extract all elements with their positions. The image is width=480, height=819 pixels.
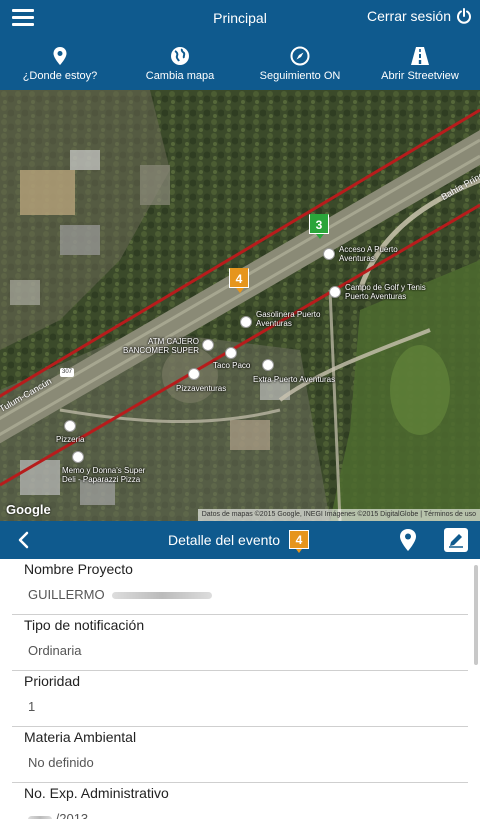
field-value: Ordinaria (28, 643, 82, 658)
event-number-badge: 4 (289, 530, 309, 553)
change-map-button[interactable]: Cambia mapa (120, 40, 240, 88)
power-icon (457, 8, 471, 24)
poi-label: Acceso A Puerto Aventuras (339, 245, 398, 263)
field-value: 1 (28, 699, 36, 714)
field-label: Prioridad (24, 673, 81, 689)
poi-label: ATM CAJERO BANCOMER SUPER (122, 337, 199, 355)
restaurant-icon (225, 347, 237, 359)
event-detail-list: Nombre Proyecto GUILLERMO Tipo de notifi… (0, 559, 480, 819)
poi-label: Taco Paco (213, 361, 251, 370)
location-pin-icon (53, 47, 67, 65)
scrollbar[interactable] (474, 565, 478, 665)
field-admin-file-number: No. Exp. Administrativo /2013 (0, 783, 480, 819)
gas-station-icon (240, 316, 252, 328)
field-notification-type: Tipo de notificación Ordinaria (0, 615, 480, 671)
atm-icon (202, 339, 214, 351)
satellite-map[interactable]: 3 4 Acceso A Puerto Aventuras Campo de G… (0, 90, 480, 521)
poi-label: Pizzaventuras (176, 384, 227, 393)
field-value-text: /2013 (55, 811, 89, 819)
field-label: Tipo de notificación (24, 617, 145, 633)
field-value: /2013 (28, 811, 88, 819)
restaurant-icon (72, 451, 84, 463)
poi-label: Pizzeria (56, 435, 85, 444)
change-map-label: Cambia mapa (145, 70, 215, 82)
back-icon[interactable] (14, 530, 34, 550)
event-marker-4[interactable]: 4 (229, 268, 249, 293)
where-am-i-label: ¿Donde estoy? (22, 70, 98, 82)
field-priority: Prioridad 1 (0, 671, 480, 727)
road-icon (411, 47, 429, 65)
restaurant-icon (188, 368, 200, 380)
where-am-i-button[interactable]: ¿Donde estoy? (0, 40, 120, 88)
map-toolbar: ¿Donde estoy? Cambia mapa Seguimiento ON (0, 40, 480, 88)
poi-icon (323, 248, 335, 260)
pencil-icon (449, 534, 463, 548)
route-badge: 307 (60, 368, 74, 377)
poi-label: Memo y Donna's Super Deli - Paparazzi Pi… (62, 466, 146, 484)
field-project-name: Nombre Proyecto GUILLERMO (0, 559, 480, 615)
map-attribution[interactable]: Datos de mapas ©2015 Google, INEGI Imáge… (197, 509, 480, 521)
field-label: Materia Ambiental (24, 729, 137, 745)
logout-label: Cerrar sesión (366, 8, 451, 24)
store-icon (262, 359, 274, 371)
poi-label: Extra Puerto Aventuras (253, 375, 336, 384)
field-environmental-matter: Materia Ambiental No definido (0, 727, 480, 783)
event-title: Detalle del evento (168, 532, 281, 548)
poi-label: Campo de Golf y Tenis Puerto Aventuras (345, 283, 426, 301)
redacted-text (112, 592, 213, 600)
location-pin-icon[interactable] (398, 528, 418, 552)
field-value: GUILLERMO (28, 587, 213, 602)
app-header: Principal Cerrar sesión ¿Donde estoy? Ca… (0, 0, 480, 90)
field-label: Nombre Proyecto (24, 561, 133, 577)
poi-label: Gasolinera Puerto Aventuras (256, 310, 321, 328)
event-marker-3[interactable]: 3 (309, 214, 329, 239)
field-value-text: GUILLERMO (28, 587, 105, 602)
google-logo: Google (6, 502, 51, 517)
poi-icon (329, 286, 341, 298)
edit-button[interactable] (444, 528, 468, 552)
streetview-button[interactable]: Abrir Streetview (360, 40, 480, 88)
tracking-button[interactable]: Seguimiento ON (240, 40, 360, 88)
streetview-label: Abrir Streetview (381, 70, 459, 82)
restaurant-icon (64, 420, 76, 432)
logout-button[interactable]: Cerrar sesión (367, 8, 472, 24)
field-value: No definido (28, 755, 94, 770)
event-detail-header: Detalle del evento 4 (0, 521, 480, 559)
tracking-label: Seguimiento ON (259, 70, 341, 82)
field-label: No. Exp. Administrativo (24, 785, 169, 801)
globe-icon (171, 47, 189, 65)
compass-icon (290, 46, 310, 66)
